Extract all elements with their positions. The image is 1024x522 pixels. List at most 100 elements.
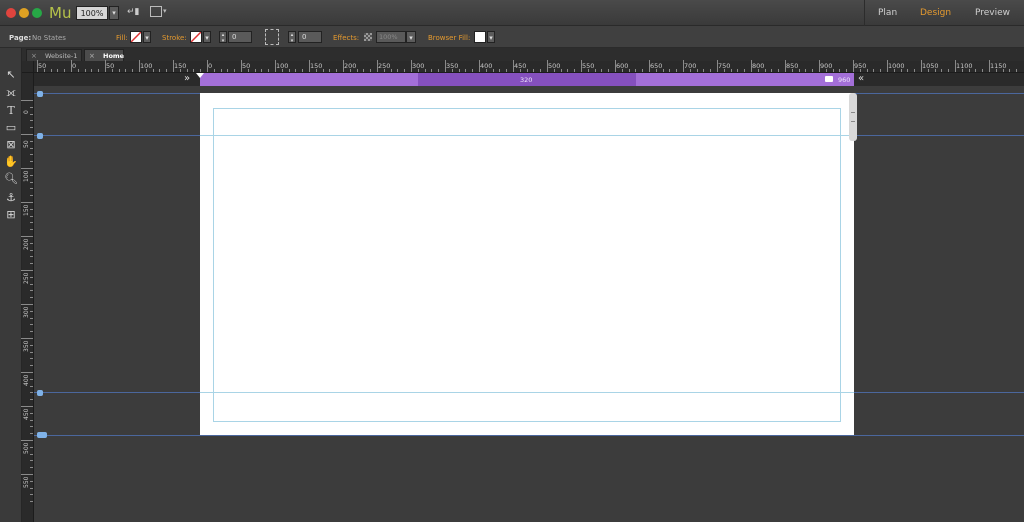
ruler-minor-tick: [30, 276, 33, 278]
hand-tool-icon[interactable]: ✋: [3, 155, 19, 169]
expand-left-icon[interactable]: »: [184, 74, 190, 84]
browser-fill-dropdown-icon[interactable]: ▾: [487, 31, 495, 43]
page-states-value[interactable]: No States: [32, 34, 66, 42]
ruler-major-tick: [105, 60, 106, 72]
stroke-swatch[interactable]: [190, 31, 202, 43]
guide-marker[interactable]: [37, 133, 43, 139]
ruler-minor-tick: [1002, 69, 1004, 72]
mode-plan[interactable]: Plan: [878, 8, 897, 18]
ruler-minor-tick: [30, 480, 33, 482]
ruler-major-tick: [989, 60, 990, 72]
ruler-minor-tick: [159, 69, 161, 72]
app-title-bar: Mu 100% ▾ ↵▮ ▾ Plan Design Preview: [0, 0, 1024, 26]
ruler-major-tick: [853, 60, 854, 72]
close-window-button[interactable]: [6, 8, 16, 18]
ruler-minor-tick: [642, 69, 644, 72]
grid-tool-icon[interactable]: ⊞: [3, 208, 19, 222]
ruler-minor-tick: [859, 69, 861, 72]
minimize-window-button[interactable]: [19, 8, 29, 18]
insert-icon[interactable]: ↵▮: [127, 7, 140, 17]
footer-line: [200, 392, 854, 393]
zoom-dropdown-button[interactable]: ▾: [109, 6, 119, 20]
ruler-major-tick: [21, 134, 33, 135]
tab-website-1[interactable]: × Website-1: [26, 49, 82, 61]
stroke-dropdown-icon[interactable]: ▾: [203, 31, 211, 43]
ruler-minor-tick: [261, 69, 263, 72]
ruler-minor-tick: [492, 69, 494, 72]
ruler-minor-tick: [363, 69, 365, 72]
ruler-minor-tick: [594, 69, 596, 72]
guide-marker[interactable]: [37, 432, 47, 438]
ruler-minor-tick: [628, 69, 630, 72]
corner-radius-field[interactable]: 0: [298, 31, 322, 43]
ruler-minor-tick: [30, 446, 33, 448]
ruler-label: 450: [23, 408, 30, 420]
ruler-major-tick: [21, 474, 33, 475]
crop-tool-icon[interactable]: ⟗: [3, 86, 19, 100]
ruler-minor-tick: [30, 344, 33, 346]
corner-stepper[interactable]: ▴ ▾: [288, 31, 296, 44]
ruler-minor-tick: [30, 208, 33, 210]
effects-icon[interactable]: [364, 33, 372, 41]
breakpoint-handle-icon[interactable]: [825, 76, 833, 82]
mode-preview[interactable]: Preview: [975, 8, 1010, 18]
ruler-minor-tick: [730, 69, 732, 72]
stroke-stepper[interactable]: ▴ ▾: [219, 31, 227, 44]
ruler-minor-tick: [771, 69, 773, 72]
ruler-minor-tick: [30, 120, 33, 122]
ruler-minor-tick: [30, 317, 33, 319]
ruler-major-tick: [819, 60, 820, 72]
ruler-major-tick: [445, 60, 446, 72]
zoom-level-field[interactable]: 100%: [76, 6, 108, 20]
rectangle-tool-icon[interactable]: ▭: [3, 121, 19, 135]
opacity-dropdown-icon[interactable]: ▾: [406, 31, 416, 43]
image-frame-tool-icon[interactable]: ⊠: [3, 138, 19, 152]
vertical-ruler[interactable]: 0 50 100 150 200 250 300 350 400 450 500 550: [21, 73, 34, 522]
ruler-minor-tick: [30, 283, 33, 285]
ruler-label: 50: [106, 62, 115, 70]
ruler-minor-tick: [30, 256, 33, 258]
ruler-minor-tick: [587, 69, 589, 72]
ruler-minor-tick: [30, 331, 33, 333]
fill-dropdown-icon[interactable]: ▾: [143, 31, 151, 43]
view-options-icon[interactable]: [150, 6, 162, 17]
ruler-minor-tick: [30, 188, 33, 190]
page-bottom-guide[interactable]: [34, 435, 1024, 436]
ruler-minor-tick: [431, 69, 433, 72]
ruler-major-tick: [21, 304, 33, 305]
opacity-field[interactable]: 100%: [376, 31, 406, 43]
ruler-label: 100: [23, 170, 30, 182]
ruler-minor-tick: [764, 69, 766, 72]
page-left-marker-icon[interactable]: [196, 73, 204, 78]
zoom-window-button[interactable]: [32, 8, 42, 18]
ruler-minor-tick: [302, 69, 304, 72]
ruler-label: 1000: [888, 62, 905, 70]
ruler-major-tick: [479, 60, 480, 72]
horizontal-ruler[interactable]: 50 0 50 100 150 0 50 100 150 200 250 300 350 400 450 50…: [22, 60, 1024, 73]
expand-right-icon[interactable]: «: [858, 74, 864, 84]
ruler-minor-tick: [125, 69, 127, 72]
ruler-minor-tick: [30, 392, 33, 394]
header-line: [200, 135, 854, 136]
ruler-major-tick: [139, 60, 140, 72]
ruler-minor-tick: [465, 69, 467, 72]
mode-design[interactable]: Design: [920, 8, 951, 18]
ruler-major-tick: [71, 60, 72, 72]
ruler-minor-tick: [186, 69, 188, 72]
anchor-tool-icon[interactable]: ⚓︎: [3, 191, 19, 205]
ruler-minor-tick: [873, 69, 875, 72]
guide-marker[interactable]: [37, 390, 43, 396]
ruler-origin[interactable]: [22, 61, 34, 73]
selection-tool-icon[interactable]: ↖: [3, 68, 19, 82]
browser-fill-swatch[interactable]: [474, 31, 486, 43]
corner-radius-icon[interactable]: [265, 29, 279, 45]
guide-marker[interactable]: [37, 91, 43, 97]
view-options-dropdown-icon[interactable]: ▾: [163, 7, 167, 15]
fill-swatch[interactable]: [130, 31, 142, 43]
ruler-minor-tick: [30, 378, 33, 380]
zoom-tool-icon[interactable]: 🔍︎: [3, 172, 19, 186]
ruler-minor-tick: [676, 69, 678, 72]
stroke-width-field[interactable]: 0: [228, 31, 252, 43]
tab-home[interactable]: × Home: [84, 49, 124, 61]
text-tool-icon[interactable]: T: [3, 104, 19, 118]
